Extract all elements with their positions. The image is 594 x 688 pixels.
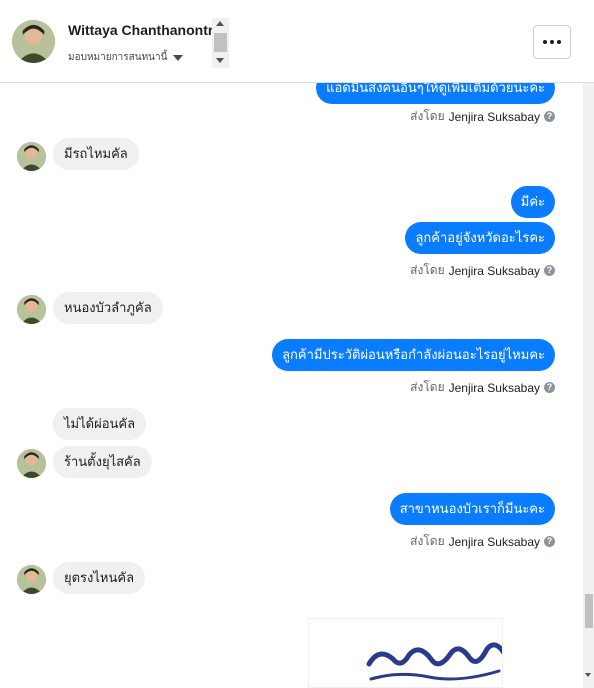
contact-avatar[interactable] (12, 20, 55, 63)
more-options-icon (543, 40, 547, 44)
info-icon[interactable]: ? (544, 265, 555, 276)
message-bubble-outgoing[interactable]: ลูกค้ามีประวัติผ่อนหรือกำลังผ่อนอะไรอยู่… (272, 339, 555, 371)
assign-conversation-dropdown[interactable]: มอบหมายการสนทนานี้ (68, 50, 184, 65)
message-bubble-incoming[interactable]: ยุตรงไหนคัล (53, 562, 146, 594)
agent-name: Jenjira Suksabay (448, 263, 540, 278)
message-bubble-outgoing[interactable]: มีค่ะ (510, 186, 555, 218)
header-scrollbar[interactable] (212, 18, 229, 68)
thread-scrollbar[interactable] (583, 83, 594, 688)
message-bubble-incoming[interactable]: มีรถไหมคัล (53, 138, 139, 170)
sent-by-label: ส่งโดย Jenjira Suksabay ? (410, 107, 555, 126)
contact-avatar-small (17, 565, 46, 594)
scroll-down-arrow-icon[interactable] (216, 58, 224, 63)
info-icon[interactable]: ? (544, 111, 555, 122)
contact-name[interactable]: Wittaya Chanthanontri (68, 22, 212, 38)
image-attachment[interactable] (308, 618, 503, 688)
assign-conversation-label: มอบหมายการสนทนานี้ (68, 52, 168, 63)
message-bubble-incoming[interactable]: ไม่ได้ผ่อนคัล (53, 408, 147, 440)
message-thread[interactable]: แอดมินส่งคนอื่นๆให้ดูเพิ่มเติมด้วยนะคะ ส… (0, 83, 583, 688)
more-options-button[interactable] (533, 25, 571, 59)
contact-avatar-small (17, 142, 46, 171)
contact-avatar-small (17, 449, 46, 478)
info-icon[interactable]: ? (544, 382, 555, 393)
scroll-down-arrow-icon[interactable] (585, 673, 591, 677)
agent-name: Jenjira Suksabay (448, 109, 540, 124)
scrollbar-thumb[interactable] (585, 594, 593, 628)
caret-down-icon (173, 54, 184, 61)
sent-by-label: ส่งโดย Jenjira Suksabay ? (410, 378, 555, 397)
contact-avatar-small (17, 295, 46, 324)
message-bubble-incoming[interactable]: หนองบัวลำภูคัล (53, 292, 163, 324)
message-bubble-outgoing[interactable]: สาขาหนองบัวเราก็มีนะคะ (389, 493, 555, 525)
agent-name: Jenjira Suksabay (448, 534, 540, 549)
agent-name: Jenjira Suksabay (448, 380, 540, 395)
sent-by-label: ส่งโดย Jenjira Suksabay ? (410, 532, 555, 551)
sent-by-label: ส่งโดย Jenjira Suksabay ? (410, 261, 555, 280)
message-bubble-incoming[interactable]: ร้านตั้งยุไสคัล (53, 446, 152, 478)
conversation-header: Wittaya Chanthanontri มอบหมายการสนทนานี้ (0, 0, 594, 83)
message-bubble-outgoing[interactable]: แอดมินส่งคนอื่นๆให้ดูเพิ่มเติมด้วยนะคะ (316, 83, 555, 104)
scrollbar-thumb[interactable] (214, 33, 227, 52)
attachment-image (309, 619, 502, 687)
message-bubble-outgoing[interactable]: ลูกค้าอยู่จังหวัดอะไรคะ (405, 222, 555, 254)
scroll-up-arrow-icon[interactable] (216, 21, 224, 26)
info-icon[interactable]: ? (544, 536, 555, 547)
